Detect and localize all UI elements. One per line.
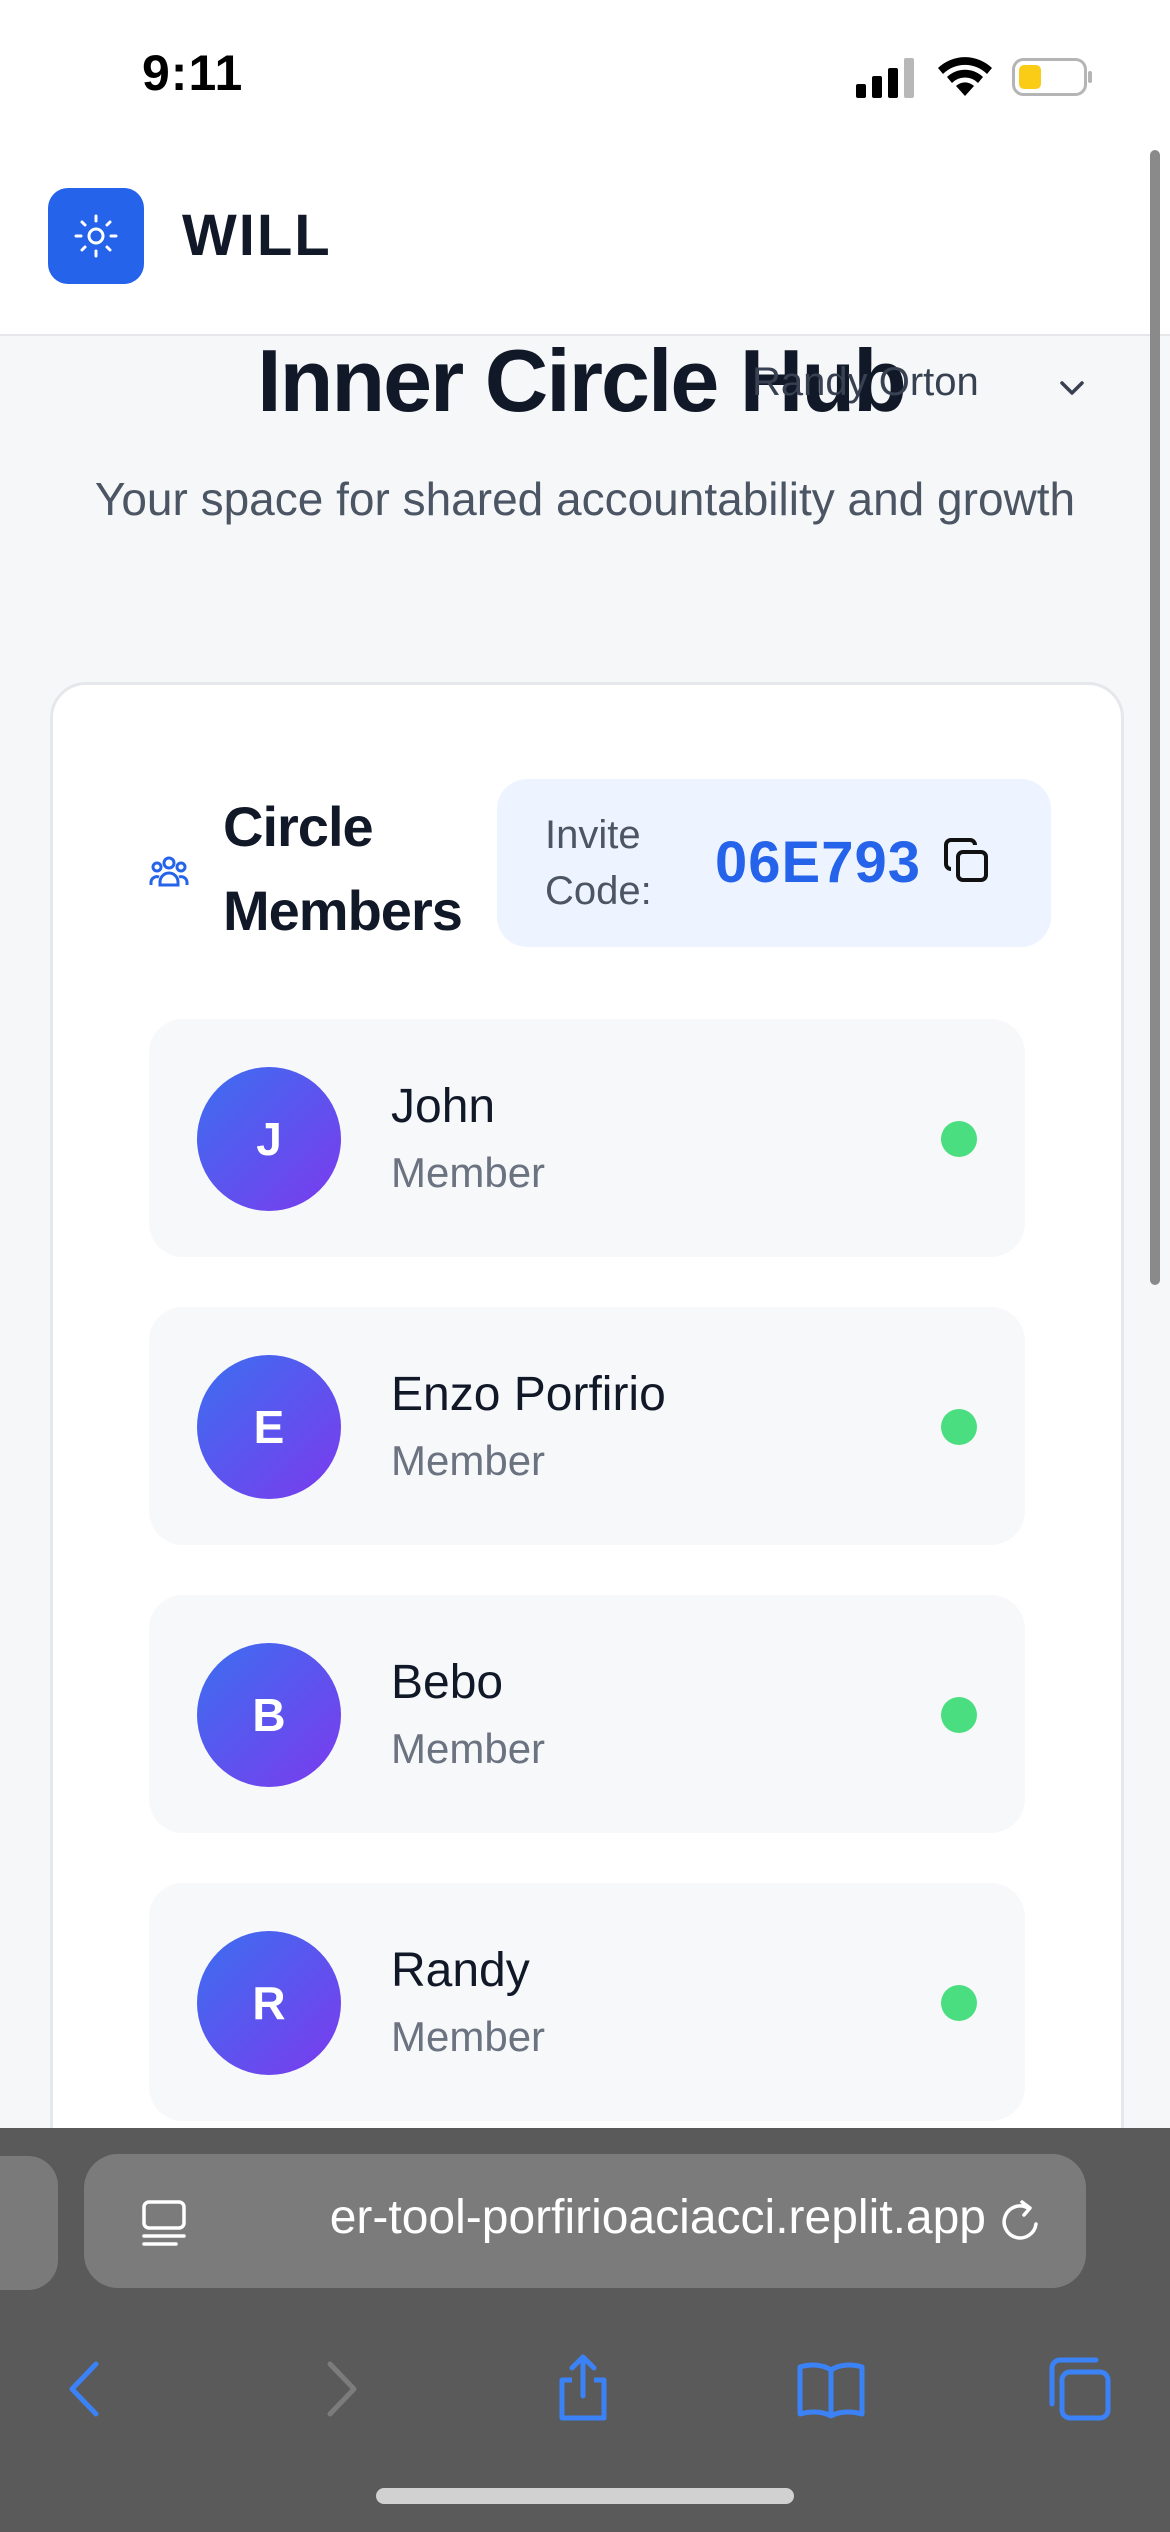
member-card[interactable]: R Randy Member xyxy=(149,1883,1025,2121)
card-header: Circle Members Invite Code: 06E793 xyxy=(53,685,1121,947)
avatar: E xyxy=(197,1355,341,1499)
invite-code-box: Invite Code: 06E793 xyxy=(497,779,1051,947)
avatar: B xyxy=(197,1643,341,1787)
circle-members-card: Circle Members Invite Code: 06E793 J Joh… xyxy=(50,682,1124,2248)
forward-icon[interactable] xyxy=(304,2354,374,2424)
member-name: Enzo Porfirio xyxy=(391,1368,666,1421)
sun-icon xyxy=(74,214,118,258)
home-indicator[interactable] xyxy=(376,2488,794,2504)
member-card[interactable]: E Enzo Porfirio Member xyxy=(149,1307,1025,1545)
member-name: John xyxy=(391,1080,496,1133)
status-time: 9:11 xyxy=(142,45,244,101)
back-icon[interactable] xyxy=(52,2354,122,2424)
online-status-dot xyxy=(941,1121,977,1157)
member-card[interactable]: J John Member xyxy=(149,1019,1025,1257)
member-role: Member xyxy=(391,2013,546,2060)
app-name[interactable]: WILL xyxy=(182,202,332,269)
share-icon[interactable] xyxy=(548,2354,618,2424)
previous-tab-preview[interactable] xyxy=(0,2156,58,2290)
battery-icon xyxy=(1012,58,1092,96)
signal-icon xyxy=(856,58,914,98)
online-status-dot xyxy=(941,1985,977,2021)
url-text[interactable]: er-tool-porfirioaciacci.replit.app xyxy=(226,2190,986,2254)
avatar: R xyxy=(197,1931,341,2075)
invite-code-value: 06E793 xyxy=(715,830,921,895)
status-bar: 9:11 xyxy=(0,0,1170,150)
page-title: Inner Circle Hub xyxy=(257,331,907,430)
chevron-down-icon[interactable] xyxy=(1054,370,1090,406)
reader-icon[interactable] xyxy=(136,2194,192,2250)
online-status-dot xyxy=(941,1409,977,1445)
member-card[interactable]: B Bebo Member xyxy=(149,1595,1025,1833)
user-name[interactable]: Randy Orton xyxy=(752,360,979,405)
member-name: Randy xyxy=(391,1944,530,1997)
card-title: Circle Members xyxy=(223,795,463,942)
users-icon xyxy=(149,856,189,887)
url-bar[interactable]: er-tool-porfirioaciacci.replit.app xyxy=(84,2154,1086,2288)
reload-icon[interactable] xyxy=(992,2194,1048,2250)
member-role: Member xyxy=(391,1149,546,1196)
app-logo[interactable] xyxy=(48,188,144,284)
tabs-icon[interactable] xyxy=(1044,2354,1114,2424)
invite-code-label: Invite Code: xyxy=(545,813,652,913)
member-role: Member xyxy=(391,1725,546,1772)
browser-bar: er-tool-porfirioaciacci.replit.app xyxy=(0,2128,1170,2532)
member-role: Member xyxy=(391,1437,546,1484)
online-status-dot xyxy=(941,1697,977,1733)
app-header: WILL xyxy=(0,150,1170,336)
copy-icon[interactable] xyxy=(941,835,993,887)
member-name: Bebo xyxy=(391,1656,504,1709)
browser-toolbar xyxy=(0,2326,1170,2446)
scrollbar[interactable] xyxy=(1150,150,1160,1285)
page-subtitle: Your space for shared accountability and… xyxy=(94,473,1076,525)
avatar: J xyxy=(197,1067,341,1211)
bookmarks-icon[interactable] xyxy=(796,2354,866,2424)
wifi-icon xyxy=(938,57,992,96)
